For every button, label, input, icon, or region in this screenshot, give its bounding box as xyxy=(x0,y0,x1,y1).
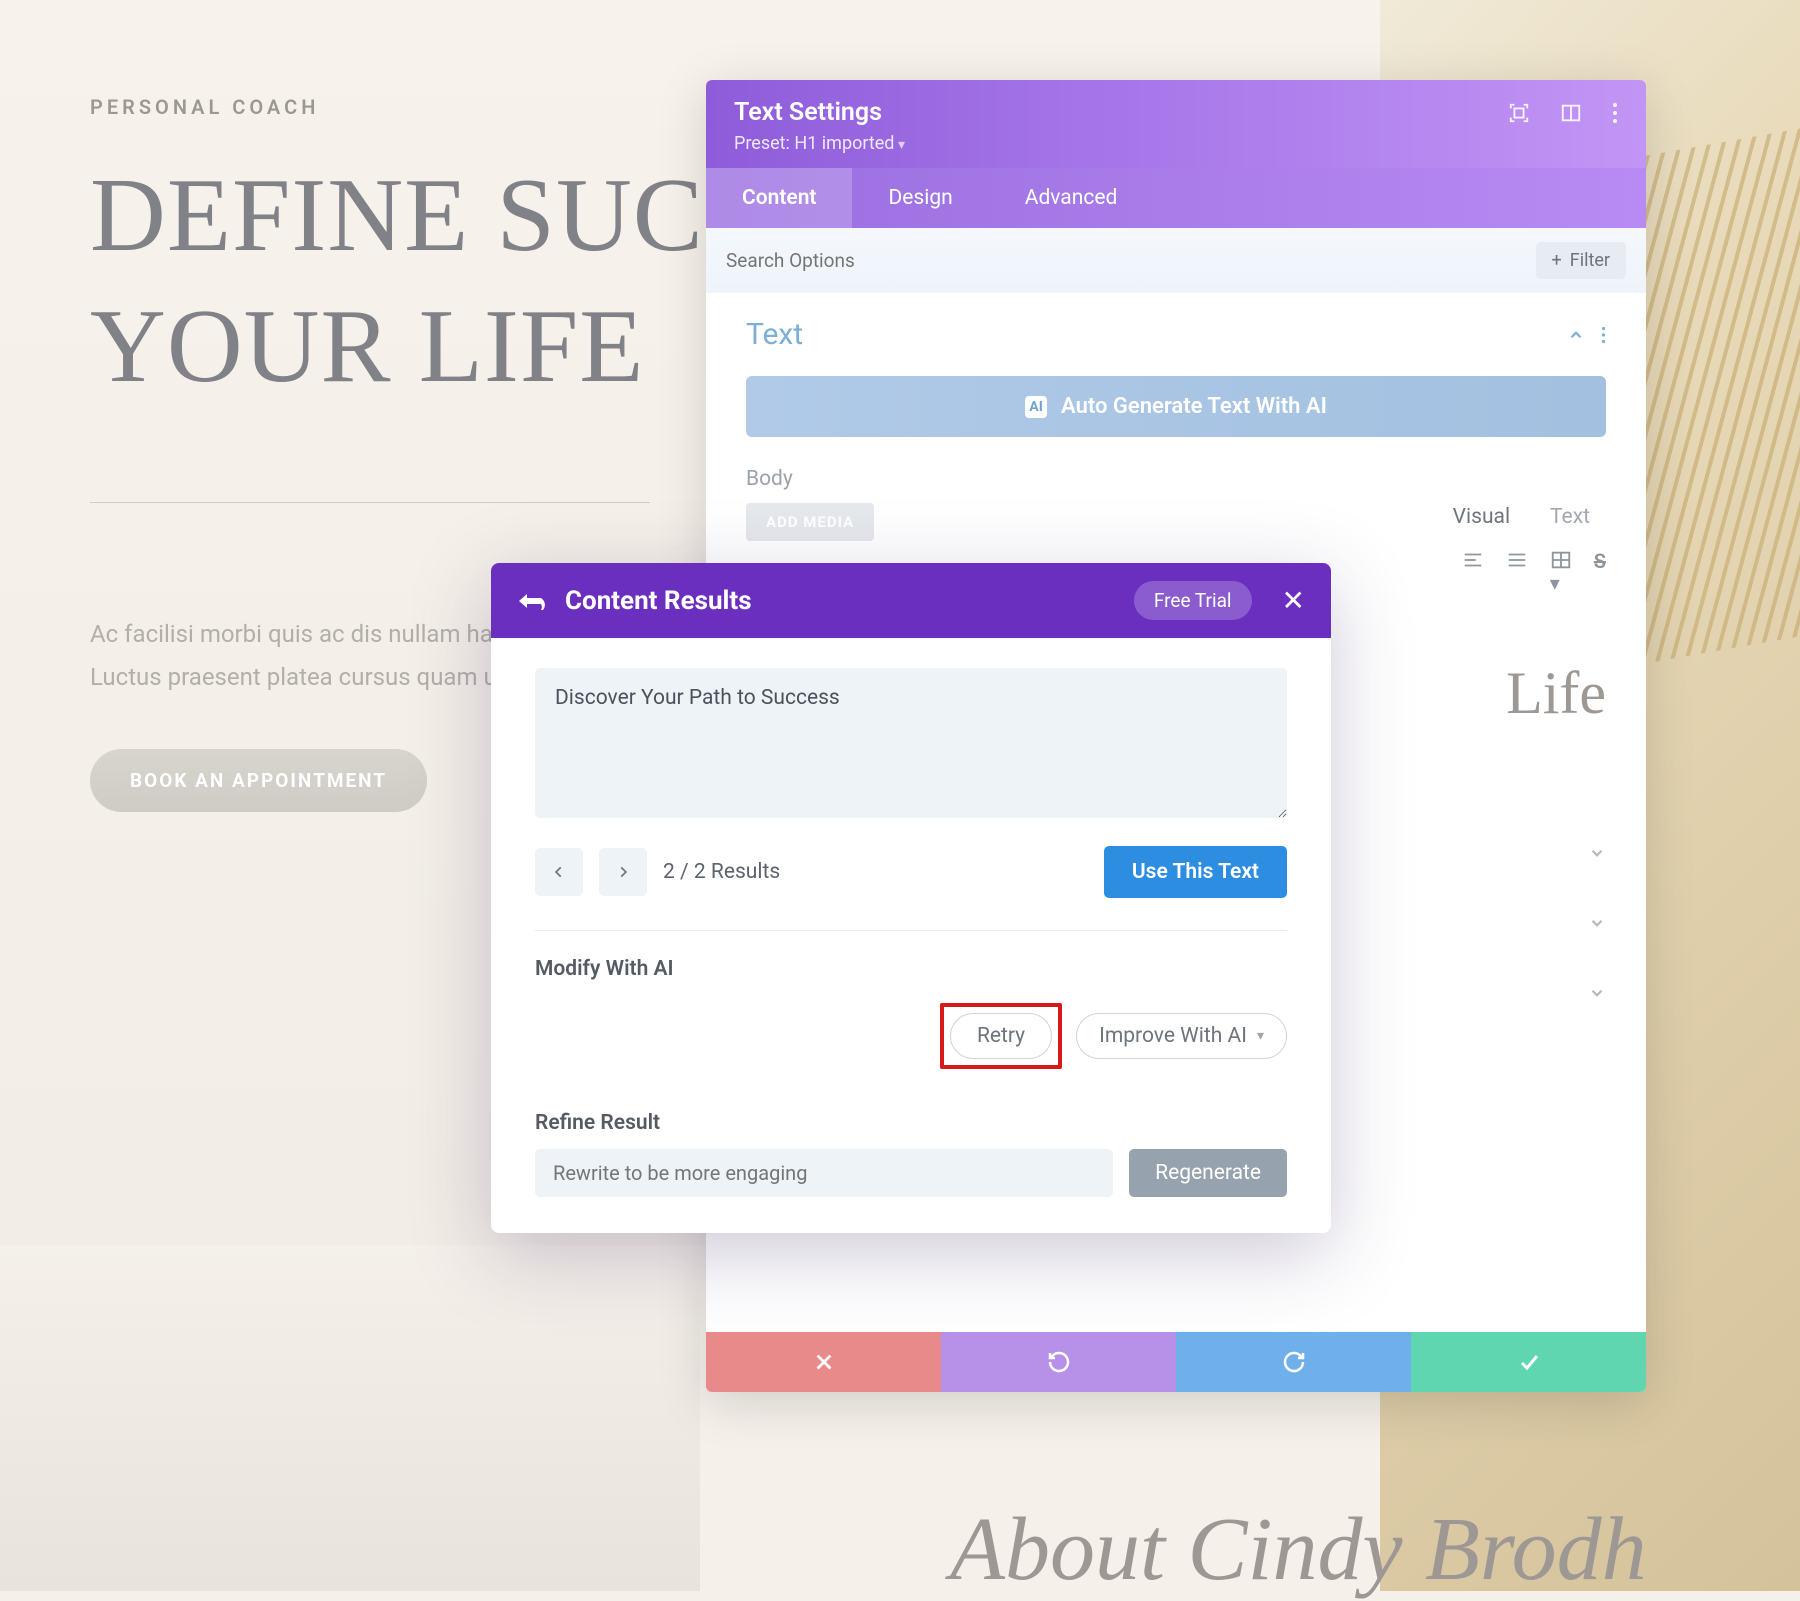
divider xyxy=(535,930,1287,931)
modal-header: Content Results Free Trial ✕ xyxy=(491,563,1331,638)
columns-icon[interactable] xyxy=(1560,102,1582,124)
back-arrow-icon[interactable] xyxy=(517,589,545,613)
editor-tab-visual[interactable]: Visual xyxy=(1453,505,1510,539)
improve-label: Improve With AI xyxy=(1099,1024,1247,1048)
filter-button[interactable]: + Filter xyxy=(1536,242,1626,279)
save-button[interactable] xyxy=(1411,1332,1646,1392)
prev-result-button[interactable] xyxy=(535,848,583,896)
free-trial-badge[interactable]: Free Trial xyxy=(1134,581,1252,620)
body-label: Body xyxy=(746,467,1606,491)
align-left-icon[interactable] xyxy=(1462,549,1484,595)
retry-button[interactable]: Retry xyxy=(950,1013,1052,1059)
chevron-up-icon[interactable] xyxy=(1567,326,1585,344)
search-input[interactable] xyxy=(726,249,1536,272)
regenerate-button[interactable]: Regenerate xyxy=(1129,1149,1287,1197)
refine-result-label: Refine Result xyxy=(535,1111,1287,1135)
kebab-icon[interactable] xyxy=(1601,326,1606,344)
tab-content[interactable]: Content xyxy=(706,168,852,228)
undo-button[interactable] xyxy=(941,1332,1176,1392)
cta-button[interactable]: BOOK AN APPOINTMENT xyxy=(90,749,427,812)
improve-with-ai-dropdown[interactable]: Improve With AI xyxy=(1076,1013,1287,1059)
ai-button-label: Auto Generate Text With AI xyxy=(1061,394,1327,419)
use-this-text-button[interactable]: Use This Text xyxy=(1104,846,1287,898)
content-results-modal: Content Results Free Trial ✕ 2 / 2 Resul… xyxy=(491,563,1331,1233)
panel-footer-actions xyxy=(706,1332,1646,1392)
panel-search-row: + Filter xyxy=(706,228,1646,293)
panel-title: Text Settings xyxy=(734,98,882,127)
plus-icon: + xyxy=(1552,250,1562,271)
close-icon[interactable]: ✕ xyxy=(1282,584,1305,617)
divider xyxy=(90,502,650,503)
expand-icon[interactable] xyxy=(1508,102,1530,124)
bg-bottom-fade xyxy=(0,1241,700,1591)
result-textarea[interactable] xyxy=(535,668,1287,818)
tab-design[interactable]: Design xyxy=(852,168,988,228)
chevron-down-icon[interactable] xyxy=(1588,984,1606,1002)
align-justify-icon[interactable] xyxy=(1506,549,1528,595)
next-result-button[interactable] xyxy=(599,848,647,896)
redo-button[interactable] xyxy=(1176,1332,1411,1392)
about-heading: About Cindy Brodh xyxy=(950,1498,1647,1601)
result-counter: 2 / 2 Results xyxy=(663,860,780,884)
panel-header: Text Settings Preset: H1 imported xyxy=(706,80,1646,168)
tab-advanced[interactable]: Advanced xyxy=(989,168,1154,228)
strikethrough-icon[interactable]: S xyxy=(1594,549,1606,595)
refine-input[interactable] xyxy=(535,1149,1113,1197)
section-text-title[interactable]: Text xyxy=(746,317,803,352)
chevron-down-icon[interactable] xyxy=(1588,914,1606,932)
table-icon[interactable]: ▾ xyxy=(1550,549,1572,595)
kebab-icon[interactable] xyxy=(1612,102,1618,124)
retry-highlight-box: Retry xyxy=(940,1003,1062,1069)
cancel-button[interactable] xyxy=(706,1332,941,1392)
modify-with-ai-label: Modify With AI xyxy=(535,957,1287,981)
ai-generate-button[interactable]: AI Auto Generate Text With AI xyxy=(746,376,1606,437)
ai-icon: AI xyxy=(1025,396,1047,418)
modal-title: Content Results xyxy=(565,586,1114,616)
preset-dropdown[interactable]: Preset: H1 imported xyxy=(734,133,1618,154)
filter-label: Filter xyxy=(1570,250,1610,271)
panel-tabs: Content Design Advanced xyxy=(706,168,1646,228)
editor-tab-text[interactable]: Text xyxy=(1550,505,1590,539)
chevron-down-icon[interactable] xyxy=(1588,844,1606,862)
add-media-button[interactable]: ADD MEDIA xyxy=(746,503,874,541)
